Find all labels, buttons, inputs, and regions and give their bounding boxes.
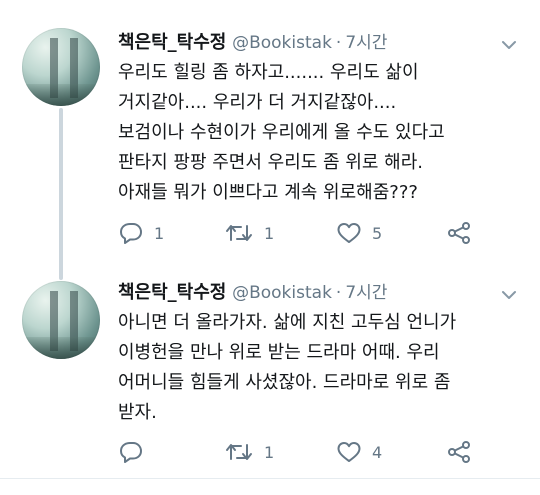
- separator-dot: ·: [335, 283, 342, 303]
- tweet-text-line: 어머니들 힘들게 사셨잖아. 드라마로 위로 좀: [118, 372, 451, 393]
- retweet-icon: [224, 221, 254, 245]
- reply-button[interactable]: 1: [118, 218, 164, 248]
- share-button[interactable]: [446, 218, 472, 248]
- tweet-actions: 1 4: [118, 437, 498, 467]
- share-icon: [446, 221, 472, 245]
- tweet-text-line: 받자.: [118, 402, 157, 423]
- user-handle[interactable]: @Bookistak: [232, 33, 332, 53]
- reply-count: 1: [154, 223, 165, 243]
- retweet-count: 1: [264, 223, 275, 243]
- heart-icon: [336, 221, 362, 245]
- tweet-text-line: 아재들 뭐가 이쁘다고 계속 위로해줌???: [118, 182, 418, 203]
- retweet-button[interactable]: 1: [224, 218, 274, 248]
- tweet-header: 책은탁_탁수정 @Bookistak · 7시간: [118, 278, 490, 308]
- timestamp[interactable]: 7시간: [345, 33, 387, 53]
- like-count: 4: [372, 442, 383, 462]
- reply-button[interactable]: [118, 437, 154, 467]
- tweet-text-line: 거지같아.... 우리가 더 거지같잖아....: [118, 92, 397, 113]
- retweet-count: 1: [264, 442, 275, 462]
- timestamp[interactable]: 7시간: [345, 283, 387, 303]
- tweet-header: 책은탁_탁수정 @Bookistak · 7시간: [118, 28, 490, 58]
- share-icon: [446, 440, 472, 464]
- user-handle[interactable]: @Bookistak: [232, 283, 332, 303]
- like-button[interactable]: 5: [336, 218, 382, 248]
- tweet-text-line: 보검이나 수현이가 우리에게 올 수도 있다고: [118, 122, 445, 143]
- chevron-down-icon[interactable]: [500, 36, 518, 54]
- avatar[interactable]: [22, 28, 100, 106]
- display-name[interactable]: 책은탁_탁수정: [118, 32, 226, 53]
- avatar-photo-detail: [22, 84, 100, 106]
- like-count: 5: [372, 223, 383, 243]
- retweet-icon: [224, 440, 254, 464]
- avatar-photo-detail: [22, 337, 100, 359]
- tweet-text: 우리도 힐링 좀 하자고....... 우리도 삶이 거지같아.... 우리가 …: [118, 58, 528, 208]
- tweet-text: 아니면 더 올라가자. 삶에 지친 고두심 언니가 이병헌을 만나 위로 받는 …: [118, 308, 528, 428]
- tweet-text-line: 우리도 힐링 좀 하자고....... 우리도 삶이: [118, 62, 419, 83]
- retweet-button[interactable]: 1: [224, 437, 274, 467]
- tweet-text-line: 판타지 팡팡 주면서 우리도 좀 위로 해라.: [118, 152, 424, 173]
- reply-icon: [118, 221, 144, 245]
- avatar[interactable]: [22, 281, 100, 359]
- tweet[interactable]: 책은탁_탁수정 @Bookistak · 7시간 아니면 더 올라가자. 삶에 지친…: [0, 262, 540, 477]
- heart-icon: [336, 440, 362, 464]
- chevron-down-icon[interactable]: [500, 286, 518, 304]
- tweet-text-line: 아니면 더 올라가자. 삶에 지친 고두심 언니가: [118, 312, 457, 333]
- reply-icon: [118, 440, 144, 464]
- tweet-thread: 책은탁_탁수정 @Bookistak · 7시간 우리도 힐링 좀 하자고.....…: [0, 0, 540, 495]
- like-button[interactable]: 4: [336, 437, 382, 467]
- share-button[interactable]: [446, 437, 472, 467]
- bottom-divider: [0, 478, 540, 479]
- display-name[interactable]: 책은탁_탁수정: [118, 282, 226, 303]
- tweet-actions: 1 1 5: [118, 218, 498, 248]
- tweet[interactable]: 책은탁_탁수정 @Bookistak · 7시간 우리도 힐링 좀 하자고.....…: [0, 0, 540, 262]
- tweet-text-line: 이병헌을 만나 위로 받는 드라마 어때. 우리: [118, 342, 440, 363]
- separator-dot: ·: [335, 33, 342, 53]
